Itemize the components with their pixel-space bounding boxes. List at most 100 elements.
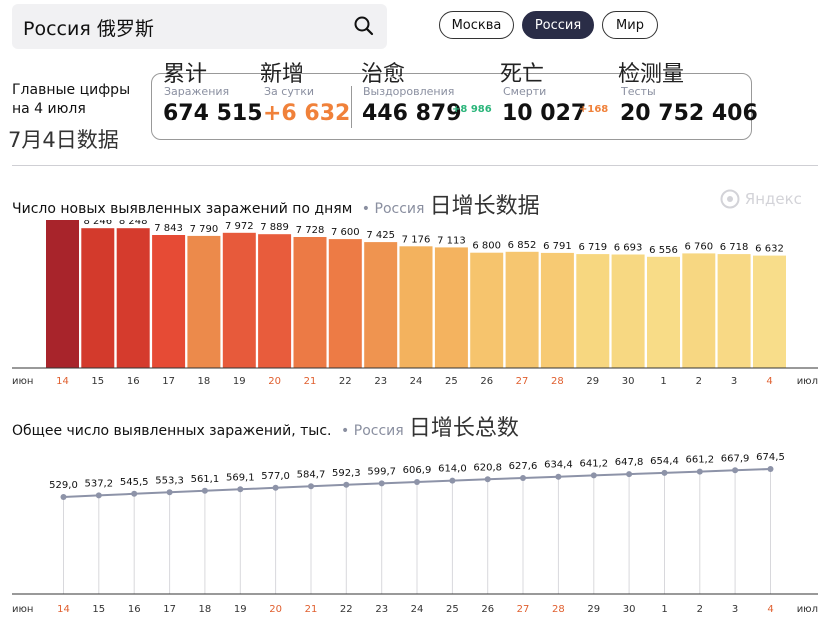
total-point-label: 529,0 — [49, 480, 78, 491]
daily-bar[interactable] — [399, 246, 433, 368]
stat-cn-tests: 检测量 — [618, 62, 685, 87]
total-point[interactable] — [520, 475, 526, 481]
total-x-tick: 14 — [57, 604, 70, 615]
daily-bar-label: 7 843 — [154, 223, 183, 234]
stat-cn-recovered: 治愈 — [361, 62, 406, 87]
total-point[interactable] — [201, 487, 208, 494]
daily-bar[interactable] — [293, 237, 327, 368]
daily-bar[interactable] — [81, 228, 115, 368]
total-point[interactable] — [95, 492, 102, 499]
total-point-label: 667,9 — [721, 453, 750, 464]
daily-bar-label: 6 719 — [578, 242, 607, 253]
stat-cn-cases: 累计 — [163, 62, 208, 87]
total-point[interactable] — [484, 476, 491, 483]
total-point[interactable] — [661, 469, 668, 476]
daily-x-tick: 3 — [731, 376, 737, 387]
tab-world[interactable]: Мир — [602, 11, 658, 39]
total-point-label: 584,7 — [297, 469, 326, 480]
total-point-label: 661,2 — [685, 455, 714, 466]
search-text: Россия 俄罗斯 — [23, 14, 154, 41]
total-point-label: 634,4 — [544, 460, 573, 471]
daily-bar[interactable] — [470, 252, 504, 368]
total-point[interactable] — [308, 483, 314, 490]
daily-x-tick: 21 — [304, 376, 317, 387]
total-x-tick: 3 — [732, 604, 738, 615]
total-x-tick: 15 — [92, 604, 105, 615]
total-x-tick: 20 — [269, 604, 282, 615]
total-point-label: 674,5 — [756, 452, 785, 463]
total-point-label: 620,8 — [473, 462, 502, 473]
daily-x-tick: 30 — [622, 376, 635, 387]
total-point[interactable] — [166, 489, 173, 496]
total-x-tick: 26 — [481, 604, 494, 615]
daily-bar-label: 8 246 — [83, 220, 112, 227]
total-point[interactable] — [767, 466, 774, 472]
yandex-logo-icon — [720, 189, 740, 209]
daily-bar[interactable] — [258, 234, 292, 368]
search-icon[interactable] — [353, 15, 375, 37]
daily-bar-label: 6 693 — [614, 243, 643, 254]
daily-bar[interactable] — [434, 247, 468, 368]
total-point[interactable] — [696, 468, 703, 475]
daily-bar-label: 7 113 — [437, 235, 466, 246]
daily-bar[interactable] — [328, 239, 362, 368]
summary-title-line1: Главные цифры — [12, 82, 131, 98]
daily-x-tick: 14 — [56, 376, 69, 387]
daily-bar-label: 6 556 — [649, 245, 678, 256]
daily-bar[interactable] — [611, 254, 645, 369]
daily-bar[interactable] — [46, 220, 79, 368]
total-x-tick: 30 — [623, 604, 636, 615]
daily-bar[interactable] — [364, 242, 398, 368]
tab-moscow[interactable]: Москва — [439, 11, 514, 39]
total-point[interactable] — [378, 480, 385, 487]
stat-label-cases: Заражения — [164, 85, 230, 98]
search-query: Россия — [23, 18, 91, 40]
daily-bar-label: 6 760 — [684, 241, 713, 252]
total-point[interactable] — [732, 467, 739, 474]
total-point[interactable] — [626, 471, 633, 478]
total-x-tick: 24 — [411, 604, 424, 615]
daily-bar[interactable] — [576, 254, 610, 368]
total-point[interactable] — [60, 494, 67, 500]
daily-bar[interactable] — [717, 254, 751, 368]
daily-bar-label: 6 852 — [508, 240, 537, 251]
stats-divider — [351, 86, 352, 128]
total-x-tick: 25 — [446, 604, 459, 615]
daily-bar[interactable] — [647, 256, 680, 368]
daily-bar-label: 7 972 — [225, 221, 254, 232]
total-point[interactable] — [590, 472, 597, 479]
daily-bar[interactable] — [116, 228, 150, 368]
daily-bar-label: 7 728 — [296, 225, 325, 236]
daily-bar[interactable] — [222, 232, 256, 368]
total-chart-region: • Россия — [336, 423, 404, 439]
total-point[interactable] — [237, 486, 244, 493]
search-box[interactable]: Россия 俄罗斯 — [12, 4, 387, 49]
total-point[interactable] — [414, 479, 420, 485]
summary-title: Главные цифры на 4 июля — [12, 81, 152, 119]
daily-bar[interactable] — [187, 235, 221, 368]
daily-bar[interactable] — [505, 251, 539, 368]
daily-bar[interactable] — [753, 255, 786, 368]
total-point-label: 545,5 — [120, 477, 149, 488]
daily-x-tick: 17 — [162, 376, 175, 387]
total-point-label: 606,9 — [403, 465, 432, 476]
daily-bar[interactable] — [682, 253, 716, 368]
daily-bar[interactable] — [152, 235, 186, 368]
total-point-label: 641,2 — [579, 458, 608, 469]
total-point[interactable] — [343, 481, 350, 488]
total-point[interactable] — [131, 490, 138, 497]
daily-month-start: июн — [12, 376, 33, 387]
stat-delta-deaths: +168 — [579, 104, 609, 115]
total-point[interactable] — [449, 477, 456, 484]
tab-russia[interactable]: Россия — [522, 11, 594, 39]
daily-bar-label: 7 889 — [260, 222, 289, 233]
total-point-label: 537,2 — [84, 478, 113, 489]
stat-value-tests: 20 752 406 — [620, 101, 758, 126]
total-chart-title: Общее число выявленных заражений, тыс. — [12, 423, 332, 439]
total-point-label: 627,6 — [509, 461, 538, 472]
total-point[interactable] — [272, 484, 279, 491]
total-point[interactable] — [555, 473, 562, 480]
daily-x-tick: 27 — [516, 376, 529, 387]
total-point-label: 569,1 — [226, 472, 255, 483]
daily-bar[interactable] — [540, 252, 574, 368]
